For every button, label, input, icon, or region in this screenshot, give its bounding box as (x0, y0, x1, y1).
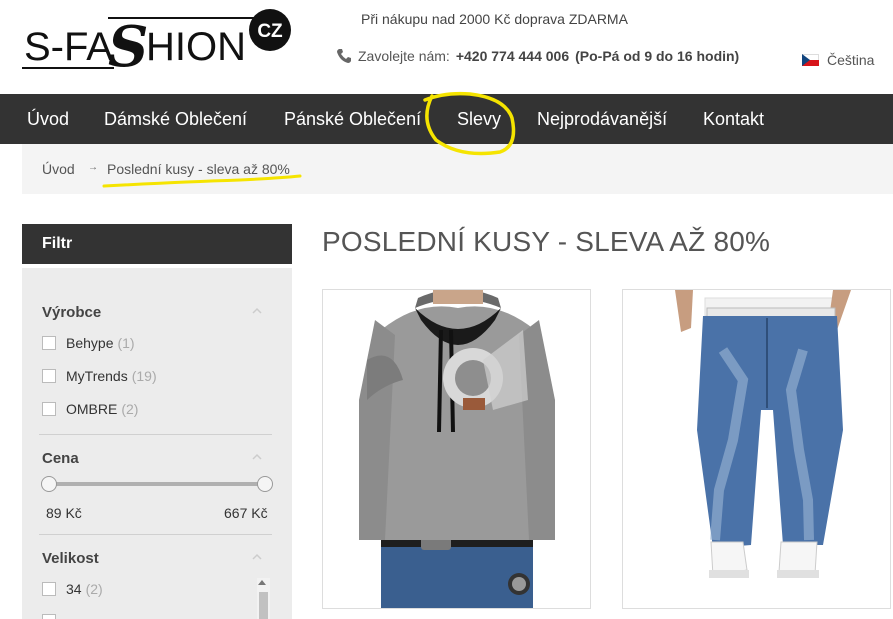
chevron-up-icon[interactable] (252, 452, 262, 462)
checkbox[interactable] (42, 369, 56, 383)
phone-icon (337, 49, 351, 63)
filter-option-size-partial[interactable] (42, 614, 66, 619)
filter-price-title[interactable]: Cena (42, 450, 79, 467)
svg-text:HION: HION (146, 25, 246, 69)
filter-panel: Výrobce Behype (1) MyTrends (19) OMBRE (… (22, 268, 292, 619)
checkbox[interactable] (42, 402, 56, 416)
scroll-up-arrow-icon[interactable] (258, 580, 266, 585)
chevron-up-icon[interactable] (252, 306, 262, 316)
filter-option-mytrends[interactable]: MyTrends (19) (42, 368, 157, 384)
filter-manufacturer-title[interactable]: Výrobce (42, 304, 101, 321)
checkbox[interactable] (42, 614, 56, 619)
product-card[interactable] (322, 289, 591, 609)
breadcrumb-home[interactable]: Úvod (42, 161, 75, 177)
breadcrumb-current: Poslední kusy - sleva až 80% (107, 161, 290, 177)
logo-text: S-FA (24, 25, 113, 69)
phone-number[interactable]: +420 774 444 006 (456, 48, 569, 64)
nav-item-damske-obleceni[interactable]: Dámské Oblečení (104, 94, 247, 144)
phone-hours: (Po-Pá od 9 do 16 hodin) (575, 48, 740, 64)
breadcrumb: Úvod → Poslední kusy - sleva až 80% (22, 144, 893, 194)
price-max-label: 667 Kč (224, 505, 268, 521)
svg-text:S: S (108, 14, 148, 78)
contact-phone: Zavolejte nám: +420 774 444 006 (Po-Pá o… (336, 48, 739, 64)
filter-option-ombre[interactable]: OMBRE (2) (42, 401, 138, 417)
svg-text:CZ: CZ (257, 21, 283, 42)
checkbox[interactable] (42, 582, 56, 596)
product-image-hoodie[interactable] (323, 290, 591, 609)
price-min-label: 89 Kč (46, 505, 82, 521)
chevron-up-icon[interactable] (252, 552, 262, 562)
price-slider-min-handle[interactable] (41, 476, 57, 492)
page-title: POSLEDNÍ KUSY - SLEVA AŽ 80% (322, 226, 771, 257)
phone-prefix: Zavolejte nám: (358, 48, 450, 64)
filter-option-size-34[interactable]: 34 (2) (42, 581, 103, 597)
divider (39, 534, 272, 535)
site-logo[interactable]: S-FA S HION CZ (22, 8, 294, 78)
nav-item-panske-obleceni[interactable]: Pánské Oblečení (284, 94, 421, 144)
breadcrumb-separator-icon: → (88, 162, 98, 173)
main-nav: Úvod Dámské Oblečení Pánské Oblečení Sle… (0, 94, 893, 144)
nav-item-slevy[interactable]: Slevy (457, 94, 501, 144)
filter-option-behype[interactable]: Behype (1) (42, 335, 135, 351)
product-card[interactable] (622, 289, 891, 609)
language-label: Čeština (827, 52, 875, 68)
free-shipping-promo: Při nákupu nad 2000 Kč doprava ZDARMA (361, 11, 628, 27)
nav-item-nejprodavanejsi[interactable]: Nejprodávanější (537, 94, 667, 144)
filter-title: Filtr (22, 224, 292, 264)
nav-item-kontakt[interactable]: Kontakt (703, 94, 764, 144)
divider (39, 434, 272, 435)
price-slider-track[interactable] (48, 482, 265, 486)
language-selector[interactable]: Čeština (802, 52, 874, 68)
filter-size-title[interactable]: Velikost (42, 550, 99, 567)
product-image-jeans[interactable] (623, 290, 891, 609)
price-slider-max-handle[interactable] (257, 476, 273, 492)
czech-flag-icon (802, 54, 819, 66)
checkbox[interactable] (42, 336, 56, 350)
nav-item-uvod[interactable]: Úvod (27, 94, 69, 144)
scrollbar-thumb[interactable] (259, 592, 268, 619)
